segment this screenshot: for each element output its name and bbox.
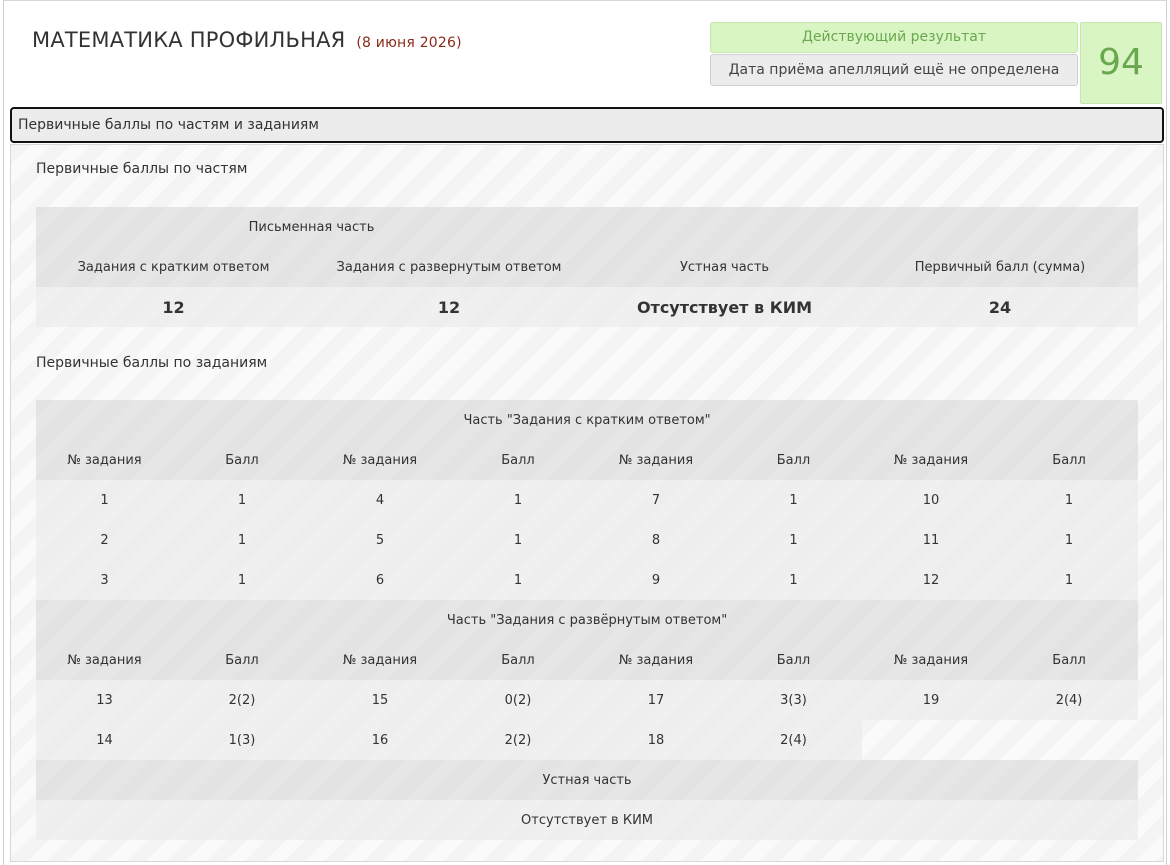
task-score: 1 [725,560,862,600]
task-score: 1 [449,560,587,600]
subject-name: МАТЕМАТИКА ПРОФИЛЬНАЯ [32,28,346,52]
task-score: 1 [449,480,587,520]
parts-column-header: Устная часть [587,247,863,287]
task-number-header: № задания [36,640,173,680]
task-number-header: № задания [862,440,1000,480]
task-number-header: № задания [311,640,449,680]
task-score: 1 [173,480,311,520]
task-score: 0(2) [449,680,587,720]
task-score: 1 [725,480,862,520]
task-number: 2 [36,520,173,560]
table-row: 13 2(2) 15 0(2) 17 3(3) 19 2(4) [36,680,1139,720]
long-answer-part-title: Часть "Задания с развёрнутым ответом" [36,600,1139,640]
task-score-header: Балл [725,640,862,680]
task-number: 13 [36,680,173,720]
task-number: 18 [587,720,725,760]
tasks-section-title: Первичные баллы по заданиям [36,355,268,371]
task-score: 1 [1000,560,1139,600]
task-number: 9 [587,560,725,600]
status-badge: Действующий результат [710,22,1078,53]
task-number: 8 [587,520,725,560]
task-score: 2(4) [725,720,862,760]
task-score: 1 [1000,480,1139,520]
task-score: 3(3) [725,680,862,720]
task-number: 15 [311,680,449,720]
task-number-header: № задания [587,440,725,480]
task-score: 2(4) [1000,680,1139,720]
task-number: 17 [587,680,725,720]
task-score-header: Балл [1000,440,1139,480]
task-score: 2(2) [449,720,587,760]
task-score: 1 [1000,520,1139,560]
parts-column-header: Задания с развернутым ответом [311,247,588,287]
task-number: 6 [311,560,449,600]
appeal-date-info: Дата приёма апелляций ещё не определена [710,54,1078,86]
task-number: 7 [587,480,725,520]
task-score: 1 [173,520,311,560]
tasks-table: Часть "Задания с кратким ответом" № зада… [36,400,1139,840]
table-row: 1 1 4 1 7 1 10 1 [36,480,1139,520]
task-number-header: № задания [36,440,173,480]
empty-cell [862,720,1138,760]
task-score-header: Балл [173,640,311,680]
parts-value: 12 [36,287,311,327]
task-number: 16 [311,720,449,760]
task-score-header: Балл [725,440,862,480]
task-number-header: № задания [311,440,449,480]
task-number: 1 [36,480,173,520]
task-number: 5 [311,520,449,560]
task-score: 1 [449,520,587,560]
exam-date: (8 июня 2026) [356,35,462,51]
task-score: 1(3) [173,720,311,760]
task-score-header: Балл [1000,640,1139,680]
task-number: 10 [862,480,1000,520]
task-number-header: № задания [587,640,725,680]
task-number: 12 [862,560,1000,600]
task-number: 11 [862,520,1000,560]
task-score-header: Балл [449,440,587,480]
task-score: 1 [173,560,311,600]
empty-header-cell [587,207,863,247]
exam-title: МАТЕМАТИКА ПРОФИЛЬНАЯ (8 июня 2026) [32,28,462,52]
table-row: 14 1(3) 16 2(2) 18 2(4) [36,720,1138,760]
parts-section-title: Первичные баллы по частям [36,161,248,177]
written-part-header: Письменная часть [36,207,588,247]
empty-header-cell [862,207,1139,247]
task-score-header: Балл [173,440,311,480]
task-number: 14 [36,720,173,760]
task-number: 19 [862,680,1000,720]
task-score: 2(2) [173,680,311,720]
accordion-panel: Первичные баллы по частям Письменная час… [10,144,1164,862]
parts-value: 24 [862,287,1139,327]
parts-table: Письменная часть Задания с кратким ответ… [36,207,1139,327]
task-score: 1 [725,520,862,560]
table-row: 3 1 6 1 9 1 12 1 [36,560,1139,600]
parts-value: Отсутствует в КИМ [587,287,863,327]
table-row: 2 1 5 1 8 1 11 1 [36,520,1139,560]
parts-column-header: Задания с кратким ответом [36,247,311,287]
task-number: 4 [311,480,449,520]
parts-column-header: Первичный балл (сумма) [862,247,1139,287]
accordion-primary-scores[interactable]: Первичные баллы по частям и заданиям [10,107,1164,143]
oral-part-title: Устная часть [36,760,1139,800]
task-number: 3 [36,560,173,600]
oral-part-value: Отсутствует в КИМ [36,800,1139,840]
task-number-header: № задания [862,640,1000,680]
short-answer-part-title: Часть "Задания с кратким ответом" [36,400,1139,440]
parts-value: 12 [311,287,588,327]
task-score-header: Балл [449,640,587,680]
total-score: 94 [1080,22,1162,104]
